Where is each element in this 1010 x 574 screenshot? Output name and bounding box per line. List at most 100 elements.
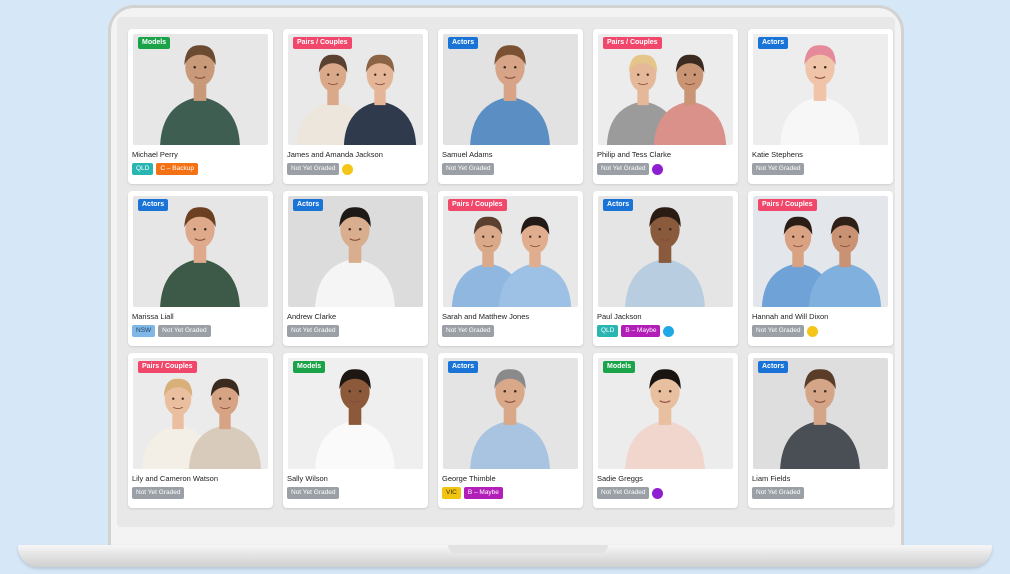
talent-card[interactable]: Actors Katie Stephens Not Yet Graded [748,29,893,184]
grade-badge: Not Yet Graded [597,163,650,175]
tag-row: Not Yet Graded [442,163,495,175]
category-badge: Actors [448,361,479,373]
region-badge: QLD [597,325,619,337]
talent-photo[interactable] [443,196,578,307]
laptop-base [18,545,992,567]
tag-row: NSW Not Yet Graded [132,325,211,337]
talent-name[interactable]: Andrew Clarke [287,312,336,321]
category-badge: Actors [138,199,169,211]
grade-badge: Not Yet Graded [752,163,805,175]
talent-card[interactable]: Actors Samuel Adams Not Yet Graded [438,29,583,184]
talent-name[interactable]: Paul Jackson [597,312,642,321]
category-badge: Models [293,361,326,373]
category-badge: Actors [758,37,789,49]
grade-badge: Not Yet Graded [752,325,805,337]
status-dot [652,163,664,175]
grade-badge: Not Yet Graded [597,487,650,499]
talent-photo[interactable] [443,34,578,145]
grade-badge: Not Yet Graded [442,163,495,175]
region-badge: NSW [132,325,156,337]
category-badge: Actors [603,199,634,211]
tag-row: Not Yet Graded [752,325,819,337]
tag-row: Not Yet Graded [287,487,340,499]
grade-badge: Not Yet Graded [287,325,340,337]
app-screen: Models Michael Perry QLD C – Backup Pairs /… [117,17,895,527]
laptop-notch [448,545,608,553]
talent-name[interactable]: Katie Stephens [752,150,803,159]
tag-row: Not Yet Graded [287,325,340,337]
grade-badge: Not Yet Graded [442,325,495,337]
talent-name[interactable]: George Thimble [442,474,496,483]
talent-photo[interactable] [598,358,733,469]
tag-row: QLD B – Maybe [597,325,675,337]
talent-photo[interactable] [133,196,268,307]
talent-photo[interactable] [133,34,268,145]
grade-badge: Not Yet Graded [158,325,211,337]
talent-photo[interactable] [598,196,733,307]
talent-name[interactable]: Liam Fields [752,474,790,483]
status-dot [663,325,675,337]
tag-row: Not Yet Graded [752,163,805,175]
status-dot [807,325,819,337]
talent-card[interactable]: Actors Marissa Liall NSW Not Yet Graded [128,191,273,346]
tag-row: VIC B – Maybe [442,487,503,499]
region-badge: VIC [442,487,461,499]
talent-name[interactable]: Michael Perry [132,150,178,159]
tag-row: Not Yet Graded [597,487,664,499]
talent-card[interactable]: Models Michael Perry QLD C – Backup [128,29,273,184]
talent-photo[interactable] [133,358,268,469]
talent-name[interactable]: Philip and Tess Clarke [597,150,671,159]
talent-name[interactable]: Hannah and Will Dixon [752,312,828,321]
talent-photo[interactable] [288,358,423,469]
talent-photo[interactable] [753,358,888,469]
grade-badge: B – Maybe [621,325,661,337]
talent-photo[interactable] [598,34,733,145]
talent-card[interactable]: Actors George Thimble VIC B – Maybe [438,353,583,508]
talent-grid: Models Michael Perry QLD C – Backup Pairs /… [128,29,893,508]
region-badge: QLD [132,163,154,175]
talent-card[interactable]: Pairs / Couples Philip and Tess Clarke Not… [593,29,738,184]
talent-name[interactable]: Samuel Adams [442,150,492,159]
grade-badge: B – Maybe [463,487,503,499]
grade-badge: Not Yet Graded [132,487,185,499]
tag-row: Not Yet Graded [287,163,354,175]
talent-name[interactable]: Marissa Liall [132,312,174,321]
category-badge: Models [138,37,171,49]
talent-card[interactable]: Models Sally Wilson Not Yet Graded [283,353,428,508]
talent-card[interactable]: Actors Liam Fields Not Yet Graded [748,353,893,508]
talent-card[interactable]: Pairs / Couples Sarah and Matthew Jones No… [438,191,583,346]
talent-name[interactable]: Sadie Greggs [597,474,643,483]
talent-card[interactable]: Actors Andrew Clarke Not Yet Graded [283,191,428,346]
category-badge: Pairs / Couples [448,199,507,211]
status-dot [342,163,354,175]
category-badge: Pairs / Couples [758,199,817,211]
talent-name[interactable]: Sally Wilson [287,474,328,483]
talent-card[interactable]: Pairs / Couples Lily and Cameron Watson No… [128,353,273,508]
category-badge: Actors [293,199,324,211]
tag-row: Not Yet Graded [442,325,495,337]
category-badge: Actors [448,37,479,49]
grade-badge: Not Yet Graded [752,487,805,499]
category-badge: Models [603,361,636,373]
talent-card[interactable]: Pairs / Couples Hannah and Will Dixon Not … [748,191,893,346]
grade-badge: Not Yet Graded [287,487,340,499]
talent-card[interactable]: Pairs / Couples James and Amanda Jackson N… [283,29,428,184]
category-badge: Pairs / Couples [293,37,352,49]
talent-photo[interactable] [753,196,888,307]
grade-badge: Not Yet Graded [287,163,340,175]
talent-photo[interactable] [753,34,888,145]
talent-photo[interactable] [288,196,423,307]
category-badge: Pairs / Couples [138,361,197,373]
talent-photo[interactable] [443,358,578,469]
talent-card[interactable]: Actors Paul Jackson QLD B – Maybe [593,191,738,346]
tag-row: Not Yet Graded [597,163,664,175]
category-badge: Actors [758,361,789,373]
category-badge: Pairs / Couples [603,37,662,49]
talent-name[interactable]: James and Amanda Jackson [287,150,383,159]
tag-row: Not Yet Graded [132,487,185,499]
talent-card[interactable]: Models Sadie Greggs Not Yet Graded [593,353,738,508]
talent-photo[interactable] [288,34,423,145]
talent-name[interactable]: Lily and Cameron Watson [132,474,218,483]
talent-name[interactable]: Sarah and Matthew Jones [442,312,529,321]
status-dot [652,487,664,499]
